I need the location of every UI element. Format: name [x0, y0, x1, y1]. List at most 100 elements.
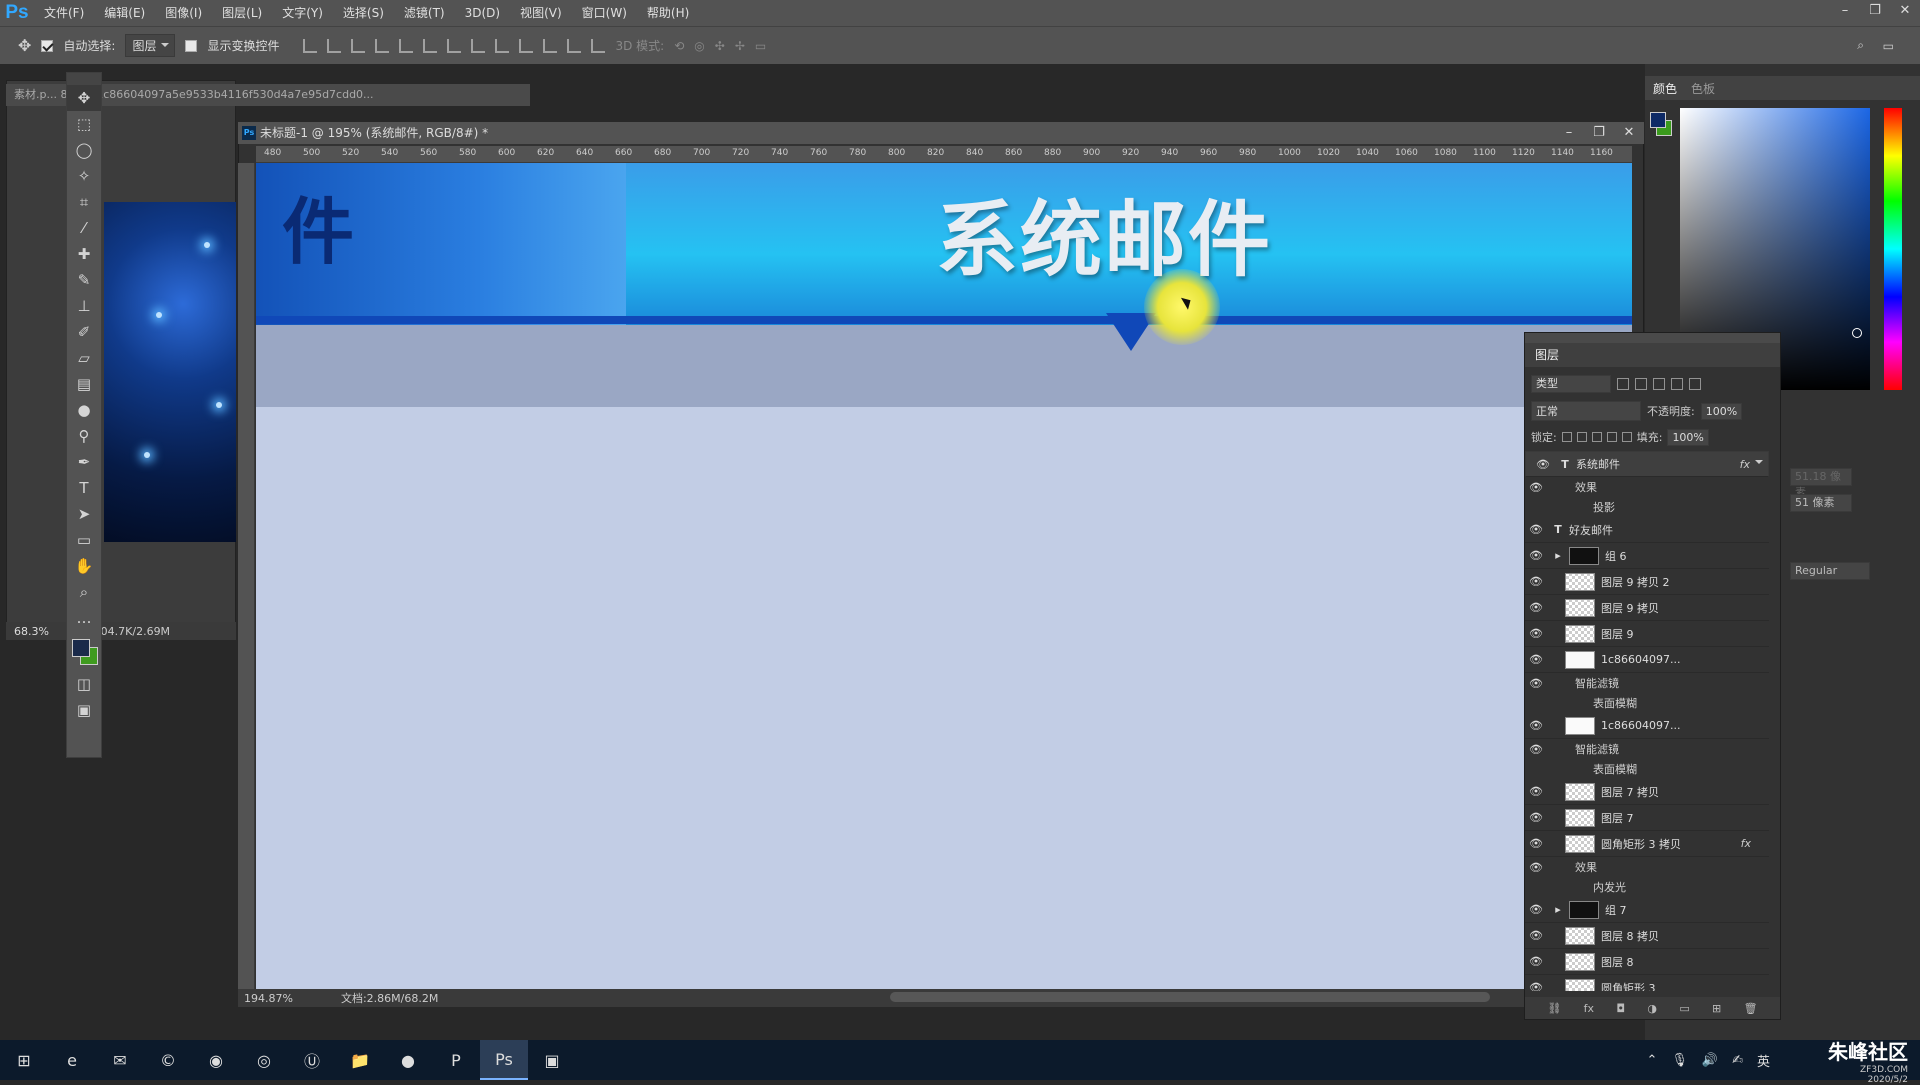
visibility-eye-icon[interactable]: 👁 [1525, 837, 1547, 850]
gradient-tool-icon[interactable]: ▤ [67, 371, 101, 397]
lock-position-icon[interactable] [1591, 432, 1602, 442]
visibility-eye-icon[interactable]: 👁 [1525, 719, 1547, 732]
layer-row[interactable]: 👁 1c86604097... [1525, 713, 1769, 739]
menu-item-0[interactable]: 文件(F) [34, 0, 94, 26]
menu-item-7[interactable]: 3D(D) [455, 0, 510, 26]
add-style-icon[interactable]: fx [1584, 1002, 1594, 1015]
eraser-tool-icon[interactable]: ▱ [67, 345, 101, 371]
align-hcenter-icon[interactable] [399, 38, 414, 53]
layer-effect-row[interactable]: 投影 [1525, 497, 1769, 517]
distribute-right-icon[interactable] [567, 38, 582, 53]
layer-effect-row[interactable]: 👁 智能滤镜 [1525, 739, 1769, 759]
eyedropper-tool-icon[interactable]: ⁄ [67, 215, 101, 241]
layer-row[interactable]: 👁 图层 9 拷贝 [1525, 595, 1769, 621]
lasso-tool-icon[interactable]: ◯ [67, 137, 101, 163]
align-top-icon[interactable] [303, 38, 318, 53]
visibility-eye-icon[interactable]: 👁 [1525, 627, 1547, 640]
canvas[interactable]: 件 系统邮件 [256, 163, 1632, 989]
visibility-eye-icon[interactable]: 👁 [1525, 981, 1547, 991]
layer-row[interactable]: 👁 图层 9 拷贝 2 [1525, 569, 1769, 595]
move-tool-icon[interactable]: ✥ [67, 85, 101, 111]
doc-close-button[interactable]: ✕ [1614, 122, 1644, 144]
color-picker-handle[interactable] [1852, 328, 1862, 338]
mail-icon[interactable]: ✉ [96, 1040, 144, 1080]
visibility-eye-icon[interactable]: 👁 [1532, 458, 1554, 471]
quick-mask-icon[interactable]: ◫ [67, 671, 101, 697]
new-layer-icon[interactable]: ⊞ [1712, 1002, 1721, 1015]
distribute-top-icon[interactable] [447, 38, 462, 53]
menu-item-1[interactable]: 编辑(E) [94, 0, 155, 26]
fill-field[interactable]: 100% [1667, 428, 1709, 446]
filter-smart-object-icon[interactable] [1689, 378, 1701, 390]
layer-row[interactable]: 👁 圆角矩形 3 拷贝 fx [1525, 831, 1769, 857]
pen-tool-icon[interactable]: ✒ [67, 449, 101, 475]
layer-effect-row[interactable]: 表面模糊 [1525, 759, 1769, 779]
layer-row[interactable]: 👁 T 好友邮件 [1525, 517, 1769, 543]
font-size-field[interactable]: 51.18 像素 [1790, 468, 1852, 499]
search-icon[interactable]: ⌕ [1857, 38, 1864, 53]
history-brush-tool-icon[interactable]: ✐ [67, 319, 101, 345]
doc-zoom-level[interactable]: 194.87% [244, 992, 293, 1005]
align-left-icon[interactable] [375, 38, 390, 53]
visibility-eye-icon[interactable]: 👁 [1525, 955, 1547, 968]
hand-tool-icon[interactable]: ✋ [67, 553, 101, 579]
visibility-eye-icon[interactable]: 👁 [1525, 653, 1547, 666]
volume-icon[interactable]: 🔊 [1702, 1053, 1718, 1068]
layer-filter-dropdown[interactable]: 类型 [1531, 375, 1611, 393]
3d-slide-icon[interactable]: ✢ [735, 39, 745, 53]
distribute-hcenter-icon[interactable] [543, 38, 558, 53]
brush-tool-icon[interactable]: ✎ [67, 267, 101, 293]
visibility-eye-icon[interactable]: 👁 [1525, 601, 1547, 614]
filter-adjustment-icon[interactable] [1635, 378, 1647, 390]
layer-row[interactable]: 👁 T 系统邮件 fx [1525, 451, 1769, 477]
workspace-icon[interactable]: ▭ [1883, 39, 1894, 53]
document-tab[interactable]: Ps 未标题-1 @ 195% (系统邮件, RGB/8#) * – ❐ ✕ [238, 122, 1644, 144]
foreground-color-swatch[interactable] [72, 639, 90, 657]
lock-all-icon[interactable] [1621, 432, 1632, 442]
align-right-icon[interactable] [423, 38, 438, 53]
adjustment-layer-icon[interactable]: ◑ [1647, 1002, 1657, 1015]
healing-brush-tool-icon[interactable]: ✚ [67, 241, 101, 267]
lock-artboard-icon[interactable] [1606, 432, 1617, 442]
layer-row[interactable]: 👁 1c86604097... [1525, 647, 1769, 673]
bg-zoom-level[interactable]: 68.3% [14, 625, 49, 638]
hue-slider[interactable] [1884, 108, 1902, 390]
filter-pixel-icon[interactable] [1617, 378, 1629, 390]
magic-wand-tool-icon[interactable]: ✧ [67, 163, 101, 189]
show-transform-checkbox[interactable] [185, 39, 198, 52]
microphone-icon[interactable]: 🎙 [1671, 1053, 1688, 1068]
visibility-eye-icon[interactable]: 👁 [1525, 575, 1547, 588]
distribute-vcenter-icon[interactable] [471, 38, 486, 53]
align-bottom-icon[interactable] [351, 38, 366, 53]
close-button[interactable]: ✕ [1890, 0, 1920, 22]
crop-tool-icon[interactable]: ⌗ [67, 189, 101, 215]
font-style-dropdown[interactable]: Regular [1790, 562, 1870, 580]
dodge-tool-icon[interactable]: ⚲ [67, 423, 101, 449]
visibility-eye-icon[interactable]: 👁 [1525, 929, 1547, 942]
distribute-bottom-icon[interactable] [495, 38, 510, 53]
3d-pan-icon[interactable]: ✣ [715, 39, 725, 53]
new-group-icon[interactable]: ▭ [1679, 1002, 1689, 1015]
visibility-eye-icon[interactable]: 👁 [1525, 549, 1547, 562]
app-red-square-icon[interactable]: ▣ [528, 1040, 576, 1080]
menu-item-6[interactable]: 滤镜(T) [394, 0, 455, 26]
minimize-button[interactable]: – [1830, 0, 1860, 22]
doc-restore-button[interactable]: ❐ [1584, 122, 1614, 144]
lock-image-icon[interactable] [1576, 432, 1587, 442]
visibility-eye-icon[interactable]: 👁 [1525, 903, 1547, 916]
type-tool-icon[interactable]: T [67, 475, 101, 501]
app-c-icon[interactable]: © [144, 1040, 192, 1080]
3d-roll-icon[interactable]: ◎ [694, 39, 704, 53]
menu-item-5[interactable]: 选择(S) [333, 0, 394, 26]
firefox-icon[interactable]: ● [384, 1040, 432, 1080]
screen-mode-icon[interactable]: ▣ [67, 697, 101, 723]
blend-mode-dropdown[interactable]: 正常 [1531, 401, 1641, 421]
visibility-eye-icon[interactable]: 👁 [1525, 481, 1547, 494]
powerpoint-icon[interactable]: P [432, 1040, 480, 1080]
menu-item-4[interactable]: 文字(Y) [272, 0, 333, 26]
zoom-tool-icon[interactable]: ⌕ [67, 579, 101, 605]
menu-item-8[interactable]: 视图(V) [510, 0, 572, 26]
menu-item-10[interactable]: 帮助(H) [637, 0, 699, 26]
layer-row[interactable]: 👁 图层 8 拷贝 [1525, 923, 1769, 949]
more-tools-icon[interactable]: … [67, 605, 101, 631]
